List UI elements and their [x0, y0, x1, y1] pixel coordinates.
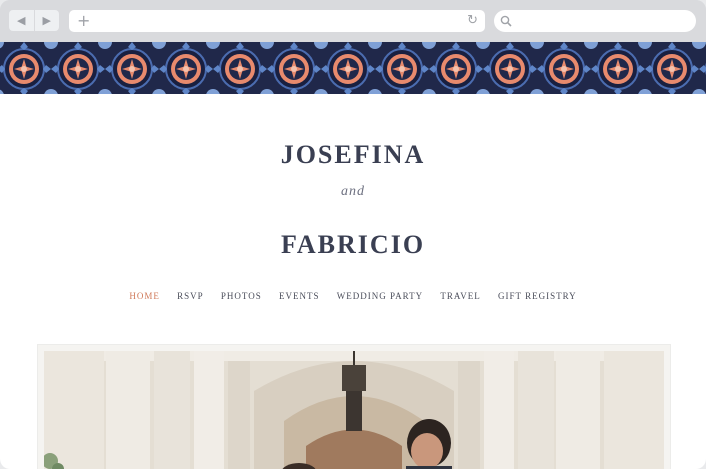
name-connector: and	[341, 184, 365, 199]
nav-wedding-party[interactable]: WEDDING PARTY	[337, 291, 423, 301]
reload-icon[interactable]: ↻	[467, 10, 478, 32]
nav-rsvp[interactable]: RSVP	[177, 291, 204, 301]
plus-icon[interactable]: +	[77, 10, 90, 32]
hero-photo-frame	[37, 344, 671, 469]
nav-photos[interactable]: PHOTOS	[221, 291, 262, 301]
search-bar[interactable]	[494, 10, 696, 32]
browser-window: ◀ ▶ + ↻ JOSEFINA and FABRICIO HOME RSVP …	[0, 0, 706, 469]
search-icon	[500, 15, 512, 27]
history-buttons: ◀ ▶	[9, 10, 59, 31]
browser-toolbar: ◀ ▶ + ↻	[0, 0, 706, 42]
partner-two-name: FABRICIO	[280, 230, 426, 259]
hero-photo	[44, 351, 664, 469]
nav-travel[interactable]: TRAVEL	[440, 291, 480, 301]
nav-gift-registry[interactable]: GIFT REGISTRY	[498, 291, 577, 301]
partner-one-name: JOSEFINA	[280, 140, 426, 169]
couple-photo-illustration	[44, 351, 664, 469]
forward-arrow-icon[interactable]: ▶	[33, 10, 60, 31]
site-navigation: HOME RSVP PHOTOS EVENTS WEDDING PARTY TR…	[0, 291, 706, 301]
back-arrow-icon[interactable]: ◀	[9, 10, 34, 31]
nav-home[interactable]: HOME	[129, 291, 160, 301]
decorative-tile-banner	[0, 42, 706, 94]
nav-events[interactable]: EVENTS	[279, 291, 320, 301]
tile-pattern	[0, 42, 706, 94]
wedding-website: JOSEFINA and FABRICIO HOME RSVP PHOTOS E…	[0, 42, 706, 469]
address-bar[interactable]: + ↻	[69, 10, 485, 32]
